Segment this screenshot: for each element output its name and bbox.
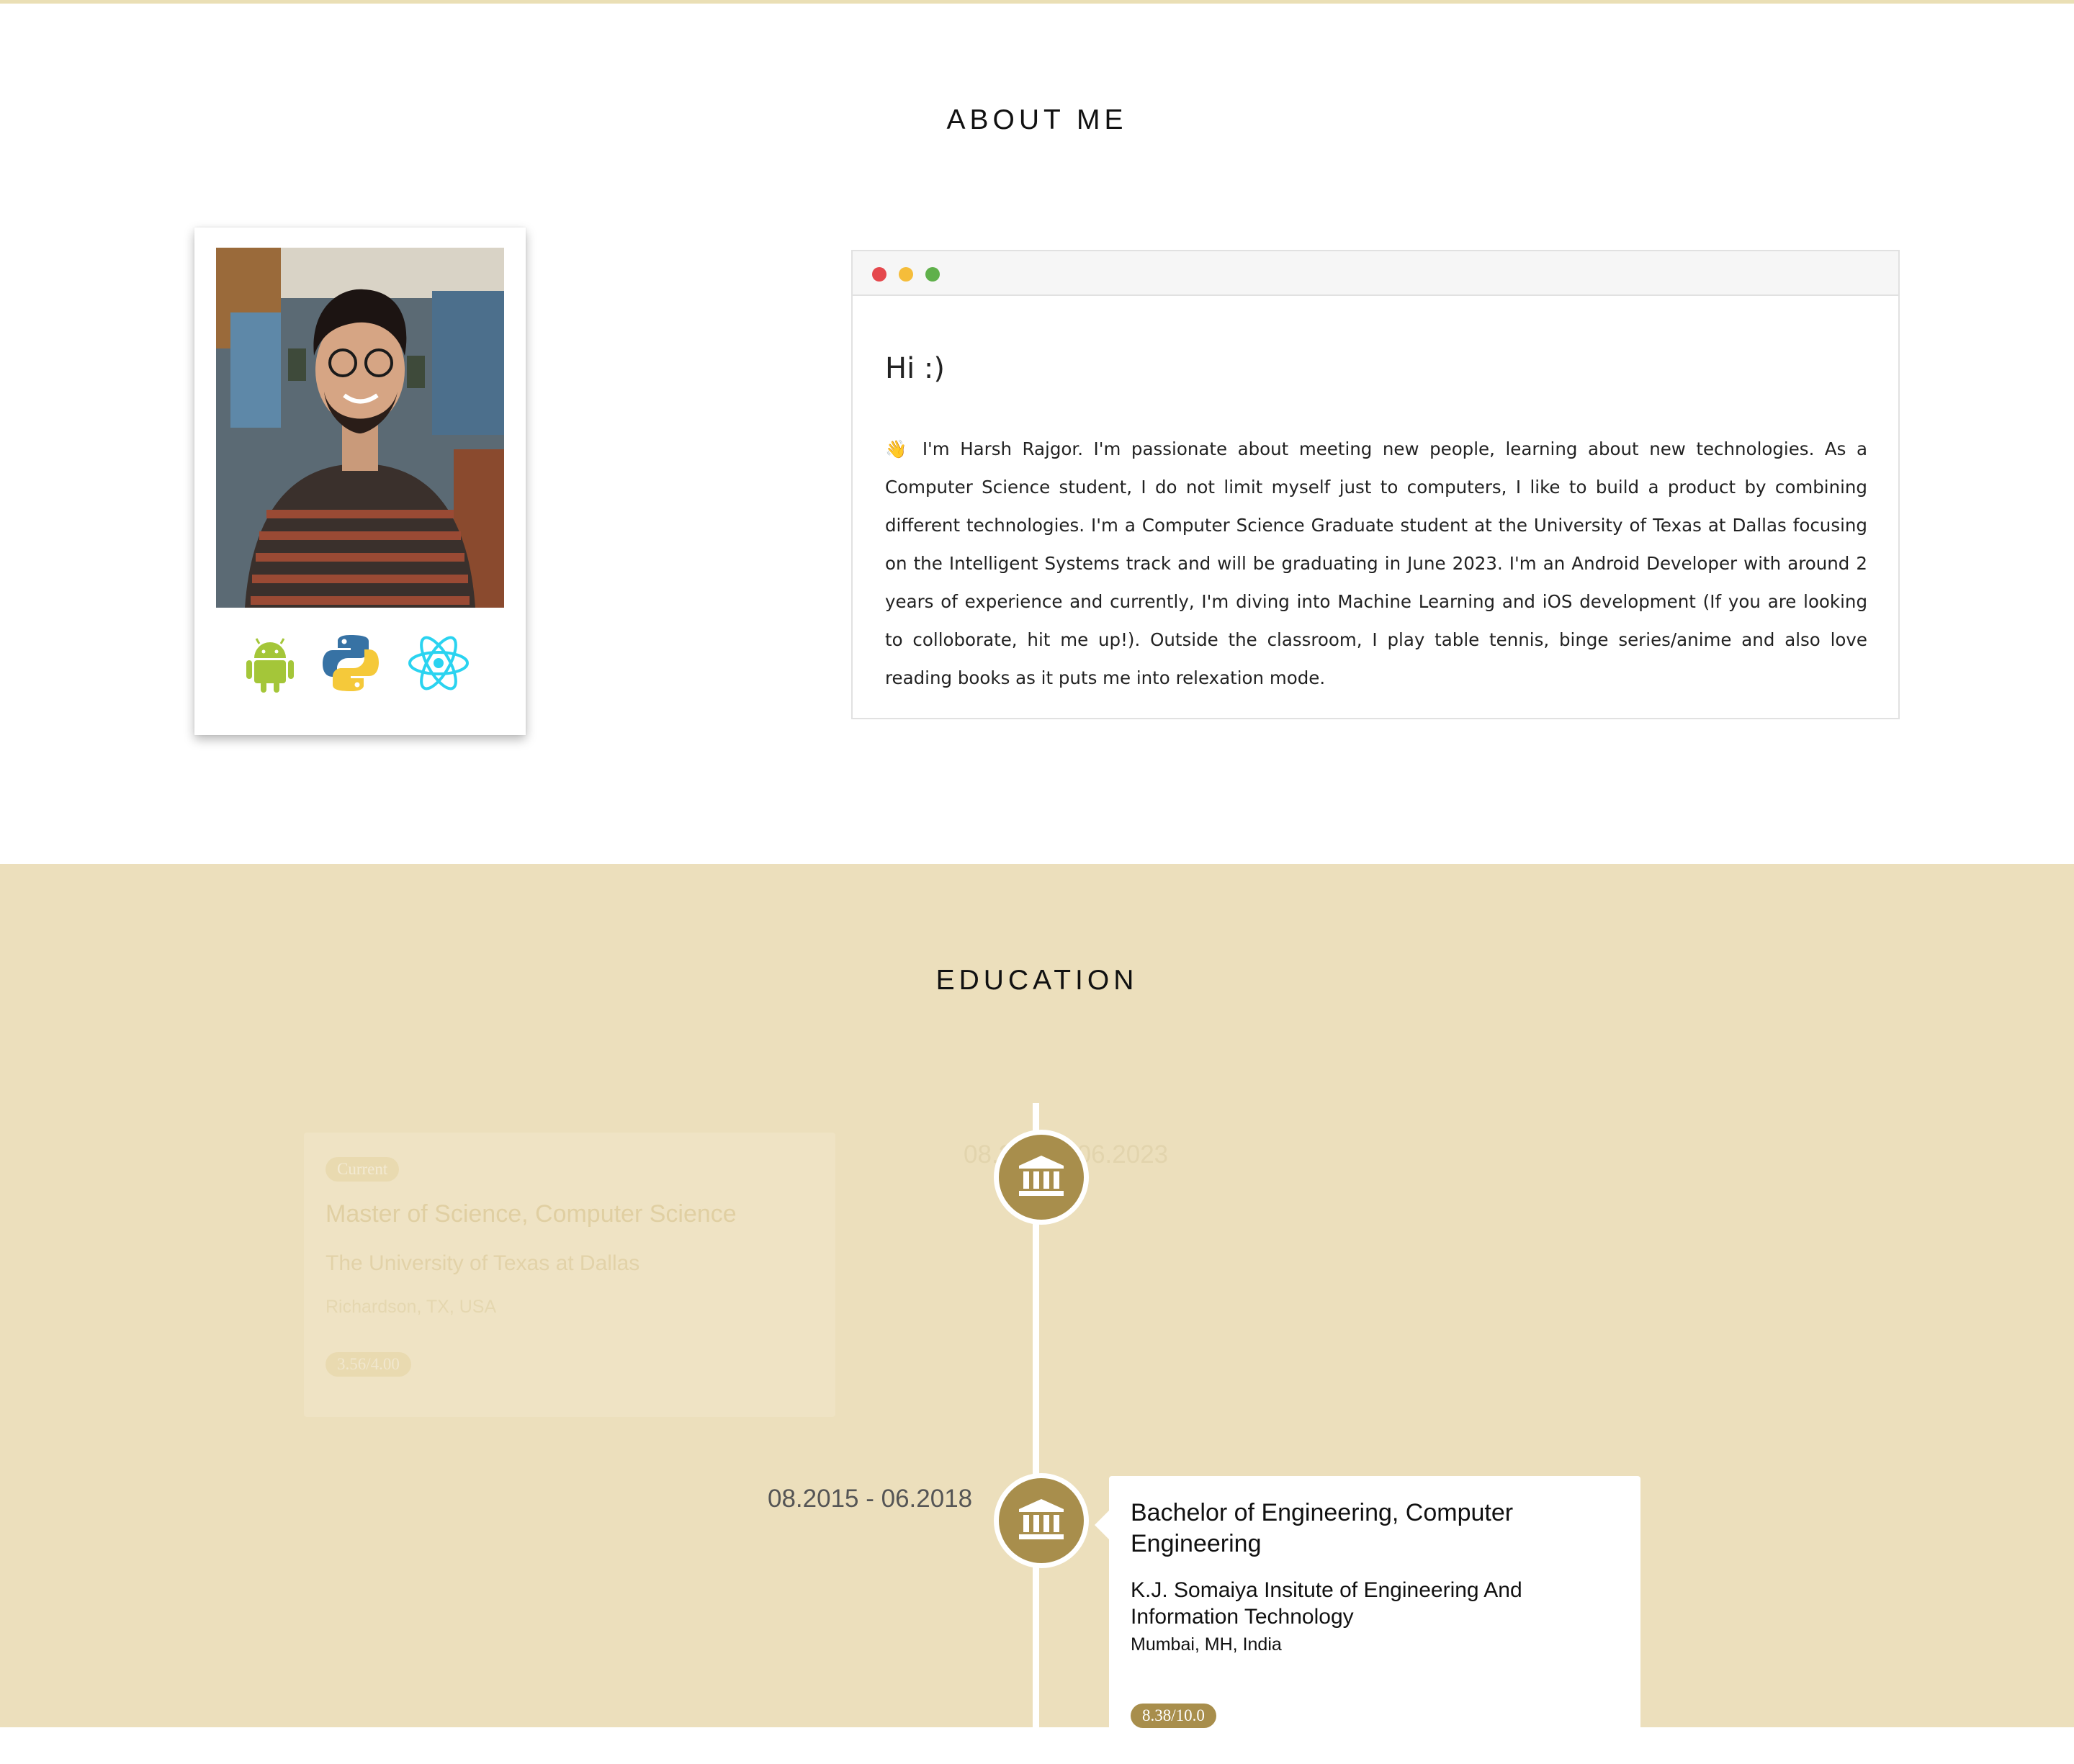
degree-title: Master of Science, Computer Science xyxy=(326,1200,737,1228)
gpa-badge: 8.38/10.0 xyxy=(1131,1704,1216,1728)
education-title: EDUCATION xyxy=(935,965,1139,996)
about-title: ABOUT ME xyxy=(946,104,1128,135)
gpa-badge: 3.56/4.00 xyxy=(326,1352,411,1377)
profile-card xyxy=(194,228,526,735)
timeline-node xyxy=(994,1130,1089,1225)
bio-text: 👋 I'm Harsh Rajgor. I'm passionate about… xyxy=(885,438,1867,688)
school-name: The University of Texas at Dallas xyxy=(326,1251,640,1275)
about-window: Hi :) 👋 I'm Harsh Rajgor. I'm passionate… xyxy=(851,250,1900,719)
maximize-dot xyxy=(925,267,940,282)
degree-title: Bachelor of Engineering, Computer Engine… xyxy=(1131,1499,1514,1557)
react-icon xyxy=(406,631,471,696)
institution-icon xyxy=(1018,1498,1065,1544)
status-badge: Current xyxy=(326,1157,400,1182)
greeting: Hi :) xyxy=(885,352,945,385)
window-title-bar xyxy=(853,251,1898,296)
timeline-node xyxy=(994,1473,1089,1568)
school-name: K.J. Somaiya Insitute of Engineering And… xyxy=(1131,1578,1522,1629)
python-icon xyxy=(318,631,383,696)
minimize-dot xyxy=(899,267,913,282)
institution-icon xyxy=(1018,1154,1065,1201)
tech-icons xyxy=(194,631,526,696)
date-range: 08.2015 - 06.2018 xyxy=(768,1485,973,1513)
education-section: EDUCATION Current Master of Science, Com… xyxy=(0,864,2074,1764)
school-location: Richardson, TX, USA xyxy=(326,1297,497,1317)
education-card-bachelors: Bachelor of Engineering, Computer Engine… xyxy=(1095,1476,1640,1764)
about-section: ABOUT ME Hi:) 👋 I'm Harsh Rajgor. I'm p… xyxy=(0,4,2074,864)
close-dot xyxy=(872,267,886,282)
school-location: Mumbai, MH, India xyxy=(1131,1634,1282,1655)
android-icon xyxy=(238,631,302,696)
education-card-masters: Current Master of Science, Computer Scie… xyxy=(304,1133,835,1417)
profile-photo xyxy=(216,248,504,608)
